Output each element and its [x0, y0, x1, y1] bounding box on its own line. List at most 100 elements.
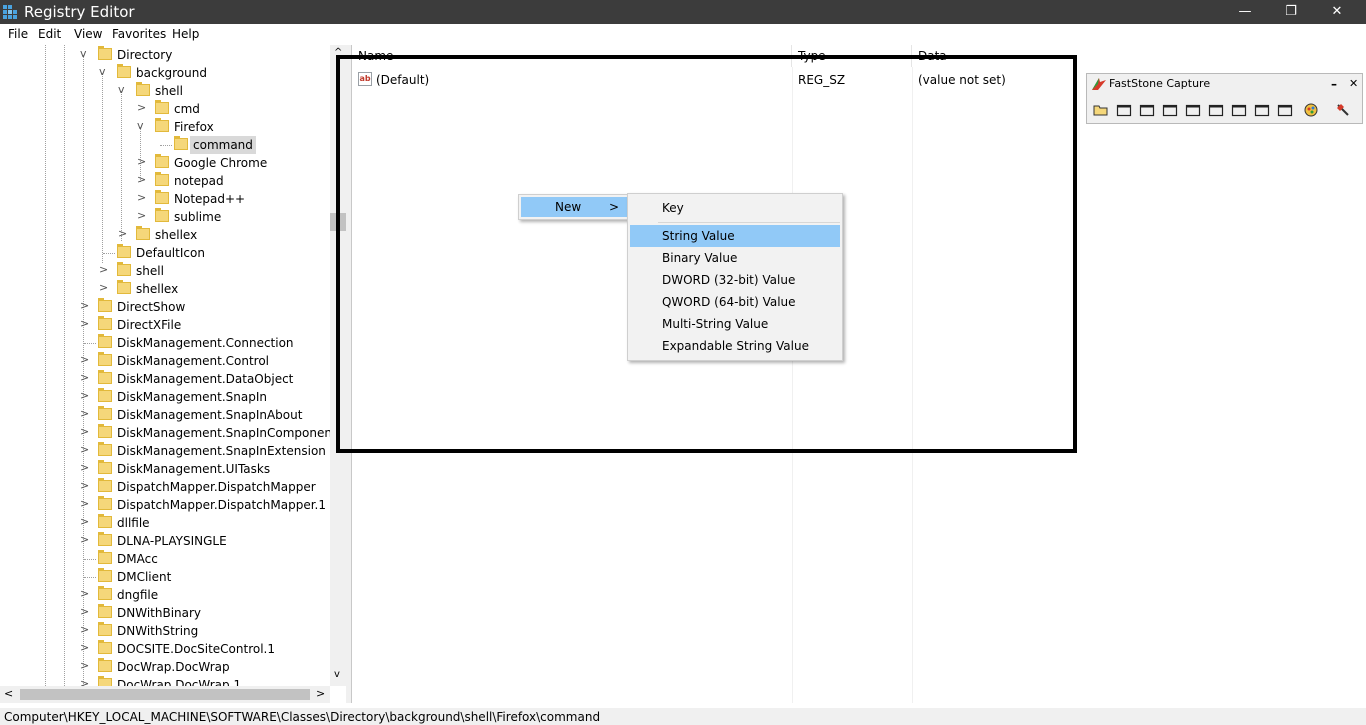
tree-node[interactable]: > DocWrap.DocWrap.1 — [0, 676, 330, 686]
tree-node[interactable]: > DiskManagement.DataObject — [0, 370, 330, 388]
menu-view[interactable]: View — [74, 26, 102, 42]
chevron-right-icon[interactable]: > — [80, 408, 90, 420]
submenu-item[interactable]: String Value — [630, 225, 840, 247]
capture-window-icon[interactable] — [1116, 103, 1132, 117]
tree-node[interactable]: > DiskManagement.SnapInExtension — [0, 442, 330, 460]
capture-fixed-region-icon[interactable] — [1254, 103, 1270, 117]
tree-node[interactable]: > DispatchMapper.DispatchMapper.1 — [0, 496, 330, 514]
tree-node[interactable]: > DNWithString — [0, 622, 330, 640]
screen-recorder-icon[interactable] — [1277, 103, 1293, 117]
chevron-down-icon[interactable]: v — [99, 66, 109, 78]
scroll-right-icon[interactable]: > — [316, 687, 325, 700]
open-icon[interactable] — [1093, 103, 1109, 117]
column-header-name[interactable]: Name — [352, 45, 792, 67]
output-icon[interactable] — [1304, 103, 1320, 117]
chevron-right-icon[interactable]: > — [80, 462, 90, 474]
scroll-down-icon[interactable]: v — [334, 669, 340, 680]
column-header-type[interactable]: Type — [792, 45, 912, 67]
tree-node[interactable]: > DirectShow — [0, 298, 330, 316]
chevron-right-icon[interactable]: > — [99, 282, 109, 294]
chevron-right-icon[interactable]: > — [80, 300, 90, 312]
chevron-right-icon[interactable]: > — [80, 660, 90, 672]
tree-node[interactable]: DMAcc — [0, 550, 330, 568]
chevron-right-icon[interactable]: > — [80, 516, 90, 528]
tree-horizontal-scrollbar[interactable]: < > — [0, 686, 330, 703]
chevron-right-icon[interactable]: > — [80, 426, 90, 438]
submenu-item[interactable]: Binary Value — [630, 247, 840, 269]
tree-node[interactable]: v background — [0, 64, 330, 82]
tree-node[interactable]: > shellex — [0, 226, 330, 244]
column-header-data[interactable]: Data — [912, 45, 1366, 67]
submenu-item[interactable]: DWORD (32-bit) Value — [630, 269, 840, 291]
chevron-right-icon[interactable]: > — [80, 498, 90, 510]
chevron-right-icon[interactable]: > — [118, 228, 128, 240]
capture-scrolling-icon[interactable] — [1231, 103, 1247, 117]
chevron-right-icon[interactable]: > — [80, 588, 90, 600]
tree-node[interactable]: > DOCSITE.DocSiteControl.1 — [0, 640, 330, 658]
tree-node[interactable]: DMClient — [0, 568, 330, 586]
tree-node[interactable]: > DirectXFile — [0, 316, 330, 334]
capture-rectangle-icon[interactable] — [1162, 103, 1178, 117]
tree-node[interactable]: > DocWrap.DocWrap — [0, 658, 330, 676]
chevron-down-icon[interactable]: v — [118, 84, 128, 96]
chevron-right-icon[interactable]: > — [80, 372, 90, 384]
tree-node[interactable]: > DispatchMapper.DispatchMapper — [0, 478, 330, 496]
tree-node[interactable]: > dllfile — [0, 514, 330, 532]
faststone-minimize-button[interactable]: – — [1331, 77, 1337, 91]
capture-fullscreen-icon[interactable] — [1208, 103, 1224, 117]
scroll-thumb[interactable] — [330, 213, 346, 231]
tree-node[interactable]: > Google Chrome — [0, 154, 330, 172]
submenu-item[interactable]: QWORD (64-bit) Value — [630, 291, 840, 313]
tree-node[interactable]: > DiskManagement.Control — [0, 352, 330, 370]
tree-node[interactable]: v Firefox — [0, 118, 330, 136]
tree-node[interactable]: > notepad — [0, 172, 330, 190]
chevron-right-icon[interactable]: > — [80, 606, 90, 618]
chevron-right-icon[interactable]: > — [137, 156, 147, 168]
chevron-right-icon[interactable]: > — [137, 210, 147, 222]
tree-node[interactable]: > DiskManagement.UITasks — [0, 460, 330, 478]
tree-node[interactable]: > sublime — [0, 208, 330, 226]
faststone-capture-toolbar[interactable]: FastStone Capture – ✕ — [1086, 73, 1363, 124]
menu-edit[interactable]: Edit — [38, 26, 61, 42]
submenu-item[interactable]: Expandable String Value — [630, 335, 840, 357]
chevron-right-icon[interactable]: > — [80, 624, 90, 636]
tree-node[interactable]: DefaultIcon — [0, 244, 330, 262]
tree-node[interactable]: > DLNA-PLAYSINGLE — [0, 532, 330, 550]
settings-icon[interactable] — [1335, 103, 1351, 117]
tree-node[interactable]: > dngfile — [0, 586, 330, 604]
chevron-right-icon[interactable]: > — [99, 264, 109, 276]
close-button[interactable]: ✕ — [1314, 0, 1360, 24]
scroll-up-icon[interactable]: ^ — [334, 47, 342, 58]
chevron-right-icon[interactable]: > — [80, 678, 90, 687]
chevron-right-icon[interactable]: > — [137, 102, 147, 114]
registry-tree[interactable]: v Directory v background v shell > cmd v Firefox c… — [0, 45, 330, 686]
faststone-close-button[interactable]: ✕ — [1349, 77, 1358, 90]
tree-node[interactable]: > shell — [0, 262, 330, 280]
tree-vertical-scrollbar[interactable]: ^ v — [330, 45, 346, 686]
chevron-right-icon[interactable]: > — [80, 444, 90, 456]
chevron-right-icon[interactable]: > — [80, 318, 90, 330]
tree-node[interactable]: > DNWithBinary — [0, 604, 330, 622]
tree-node[interactable]: > DiskManagement.SnapInAbout — [0, 406, 330, 424]
restore-button[interactable]: ❐ — [1268, 0, 1314, 24]
chevron-down-icon[interactable]: v — [80, 48, 90, 60]
chevron-right-icon[interactable]: > — [80, 534, 90, 546]
scroll-left-icon[interactable]: < — [4, 687, 13, 700]
chevron-right-icon[interactable]: > — [137, 174, 147, 186]
tree-node[interactable]: DiskManagement.Connection — [0, 334, 330, 352]
chevron-right-icon[interactable]: > — [80, 642, 90, 654]
chevron-right-icon[interactable]: > — [80, 390, 90, 402]
tree-node[interactable]: > DiskManagement.SnapIn — [0, 388, 330, 406]
tree-node[interactable]: command — [0, 136, 330, 154]
tree-node[interactable]: v Directory — [0, 46, 330, 64]
scroll-thumb-horizontal[interactable] — [20, 689, 310, 700]
tree-node[interactable]: > Notepad++ — [0, 190, 330, 208]
menu-help[interactable]: Help — [172, 26, 199, 42]
values-pane[interactable]: Name Type Data ab (Default) REG_SZ (valu… — [351, 45, 1366, 703]
tree-node[interactable]: > DiskManagement.SnapInComponent — [0, 424, 330, 442]
tree-node[interactable]: v shell — [0, 82, 330, 100]
capture-freehand-icon[interactable] — [1185, 103, 1201, 117]
menu-item-new[interactable]: New > — [521, 197, 627, 217]
menu-file[interactable]: File — [8, 26, 28, 42]
chevron-right-icon[interactable]: > — [80, 354, 90, 366]
